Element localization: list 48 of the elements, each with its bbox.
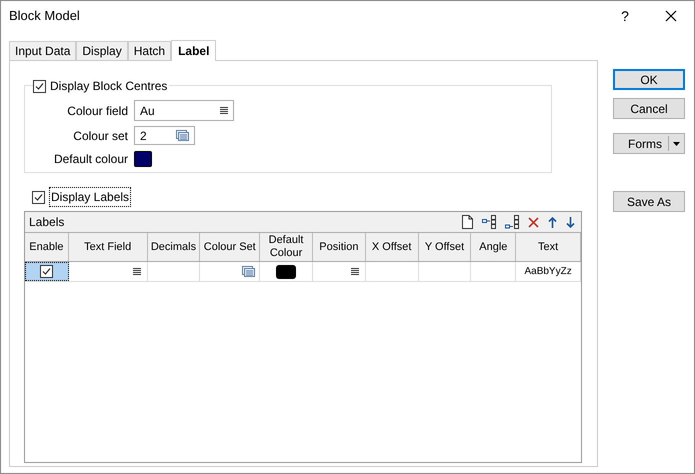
ok-button[interactable]: OK — [613, 69, 685, 90]
caret-icon — [673, 142, 680, 146]
append-row-icon[interactable] — [505, 215, 519, 229]
insert-row-icon[interactable] — [482, 215, 496, 229]
checkbox[interactable] — [32, 190, 45, 204]
text-sample: AaBbYyZz — [524, 265, 572, 279]
column-header[interactable]: Decimals — [148, 233, 200, 261]
field-label: Default colour — [52, 151, 129, 168]
colour-set-input[interactable]: 2 — [134, 126, 195, 145]
list-icon[interactable] — [220, 107, 228, 114]
checkbox[interactable] — [40, 265, 54, 278]
help-button[interactable]: ? — [602, 1, 648, 31]
colour-set-icon[interactable] — [176, 130, 189, 141]
column-header[interactable]: Y Offset — [418, 233, 472, 261]
list-icon[interactable] — [350, 268, 359, 275]
dialog-button[interactable]: Cancel — [613, 98, 685, 119]
dialog-button[interactable]: Save As — [613, 191, 685, 212]
checkbox[interactable] — [33, 80, 46, 92]
colour-swatch[interactable] — [134, 151, 152, 167]
close-icon — [665, 10, 677, 22]
tab[interactable]: Display — [76, 41, 128, 60]
column-header[interactable]: Text Field — [68, 233, 148, 261]
tab[interactable]: Input Data — [9, 41, 76, 60]
table-cell[interactable] — [25, 262, 69, 281]
window-title: Block Model — [9, 7, 81, 26]
list-icon[interactable] — [132, 268, 141, 275]
column-header[interactable]: Colour Set — [200, 233, 260, 261]
grid-title: Labels — [29, 214, 66, 231]
column-header[interactable]: X Offset — [366, 233, 419, 261]
checkbox-label: Display Block Centres — [50, 78, 168, 95]
column-header[interactable]: Position — [312, 233, 366, 261]
field-label: Colour set — [72, 128, 129, 144]
colour-set-icon[interactable] — [242, 266, 256, 277]
column-header[interactable]: Angle — [471, 233, 516, 261]
tab[interactable]: Hatch — [128, 41, 172, 60]
column-header[interactable]: Default Colour — [260, 233, 313, 261]
arrow-down-icon[interactable] — [566, 216, 575, 228]
delete-icon[interactable] — [528, 216, 539, 228]
column-header[interactable]: Text — [516, 233, 582, 261]
tab[interactable]: Label — [171, 40, 216, 61]
column-header[interactable]: Enable — [25, 233, 69, 261]
checkbox-label: Display Labels — [49, 187, 132, 207]
field-label: Colour field — [66, 102, 129, 120]
colour-field-input[interactable]: Au — [134, 100, 234, 121]
colour-swatch[interactable] — [276, 264, 296, 278]
new-document-icon[interactable] — [462, 215, 473, 229]
arrow-up-icon[interactable] — [548, 216, 557, 228]
forms-button[interactable]: Forms — [613, 133, 685, 154]
